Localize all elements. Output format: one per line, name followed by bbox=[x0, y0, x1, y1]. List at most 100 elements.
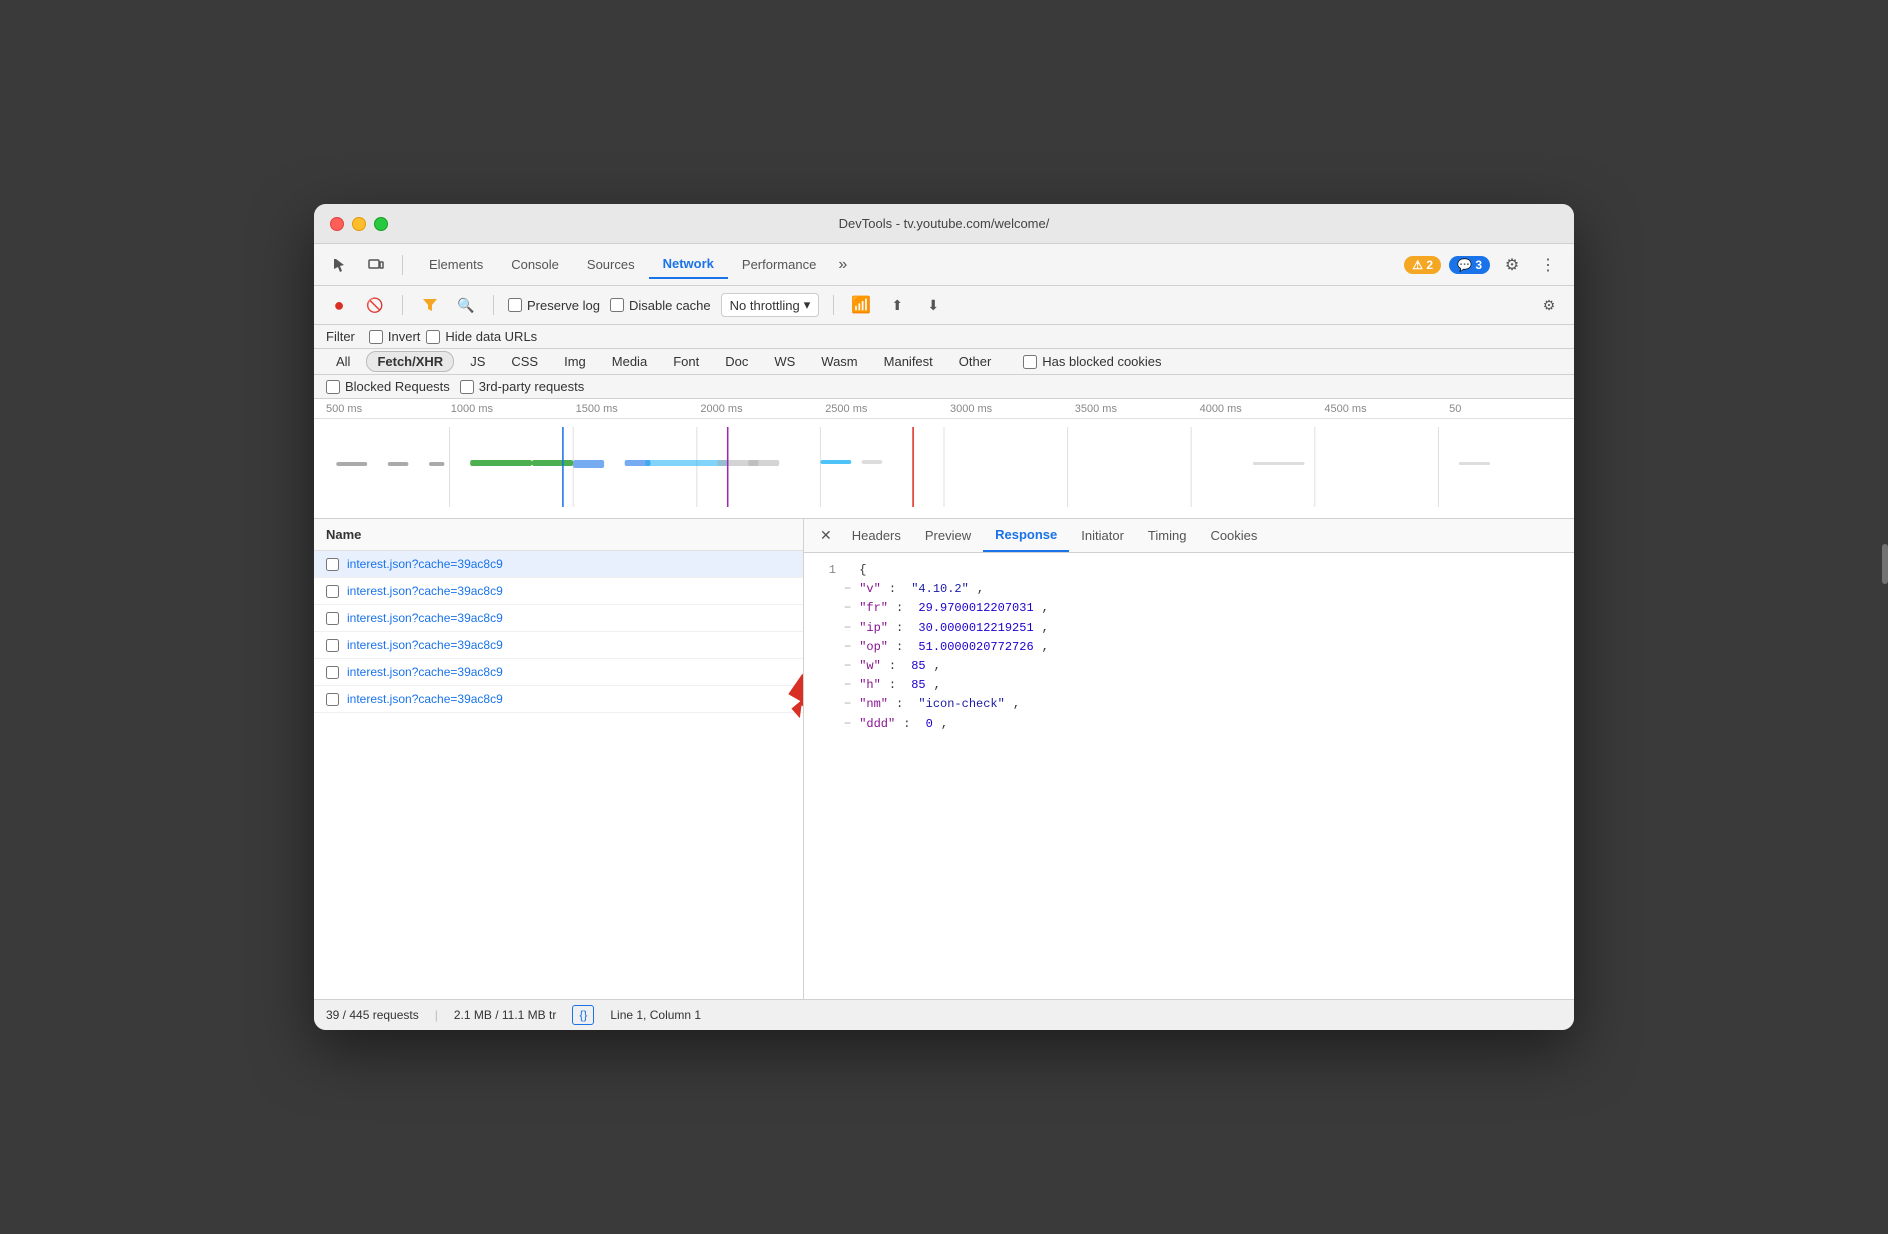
request-name: interest.json?cache=39ac8c9 bbox=[347, 557, 503, 571]
json-line-6: − "w" : 85 , bbox=[816, 657, 1562, 676]
filter-font[interactable]: Font bbox=[663, 352, 709, 371]
disable-cache-input[interactable] bbox=[610, 298, 624, 312]
format-icon: {} bbox=[579, 1008, 587, 1022]
ruler-mark-9: 4500 ms bbox=[1324, 403, 1449, 418]
third-party-checkbox[interactable]: 3rd-party requests bbox=[460, 379, 585, 394]
table-row[interactable]: interest.json?cache=39ac8c9 bbox=[314, 551, 803, 578]
chevron-down-icon: ▾ bbox=[804, 297, 811, 313]
blocked-cookies-input[interactable] bbox=[1023, 355, 1037, 369]
row-checkbox[interactable] bbox=[326, 612, 339, 625]
json-line-7: − "h" : 85 , bbox=[816, 676, 1562, 695]
table-row[interactable]: interest.json?cache=39ac8c9 bbox=[314, 632, 803, 659]
ruler-mark-4: 2000 ms bbox=[700, 403, 825, 418]
settings-icon[interactable]: ⚙ bbox=[1498, 251, 1526, 279]
blocked-cookies-checkbox[interactable]: Has blocked cookies bbox=[1023, 354, 1161, 369]
row-checkbox[interactable] bbox=[326, 585, 339, 598]
filter-fetch-xhr[interactable]: Fetch/XHR bbox=[366, 351, 454, 372]
filter-wasm[interactable]: Wasm bbox=[811, 352, 867, 371]
ruler-mark-6: 3000 ms bbox=[950, 403, 1075, 418]
invert-checkbox[interactable]: Invert bbox=[369, 329, 421, 344]
clear-button[interactable]: 🚫 bbox=[362, 292, 388, 318]
preserve-log-checkbox[interactable]: Preserve log bbox=[508, 298, 600, 313]
tab-cookies[interactable]: Cookies bbox=[1198, 520, 1269, 551]
row-checkbox[interactable] bbox=[326, 666, 339, 679]
format-button[interactable]: {} bbox=[572, 1005, 594, 1025]
table-row[interactable]: interest.json?cache=39ac8c9 bbox=[314, 686, 803, 713]
close-details-button[interactable]: ✕ bbox=[812, 521, 840, 550]
json-line-8: − "nm" : "icon-check" , bbox=[816, 695, 1562, 714]
filter-js[interactable]: JS bbox=[460, 352, 495, 371]
tab-timing[interactable]: Timing bbox=[1136, 520, 1199, 551]
timeline-graph[interactable] bbox=[314, 419, 1574, 519]
disable-cache-checkbox[interactable]: Disable cache bbox=[610, 298, 711, 313]
device-toggle-icon[interactable] bbox=[362, 251, 390, 279]
filter-other[interactable]: Other bbox=[949, 352, 1002, 371]
minimize-button[interactable] bbox=[352, 217, 366, 231]
filter-manifest[interactable]: Manifest bbox=[874, 352, 943, 371]
blocked-requests-checkbox[interactable]: Blocked Requests bbox=[326, 379, 450, 394]
json-line-3: − "fr" : 29.9700012207031 , bbox=[816, 599, 1562, 618]
details-tabs: ✕ Headers Preview Response Initiator Tim… bbox=[804, 519, 1574, 553]
table-row[interactable]: interest.json?cache=39ac8c9 bbox=[314, 659, 803, 686]
ruler-mark-2: 1000 ms bbox=[451, 403, 576, 418]
cursor-icon[interactable] bbox=[326, 251, 354, 279]
tab-performance[interactable]: Performance bbox=[728, 251, 830, 278]
request-name: interest.json?cache=39ac8c9 bbox=[347, 692, 503, 706]
filter-doc[interactable]: Doc bbox=[715, 352, 758, 371]
close-button[interactable] bbox=[330, 217, 344, 231]
tab-sources[interactable]: Sources bbox=[573, 251, 649, 278]
filter-icon[interactable] bbox=[417, 292, 443, 318]
tab-network[interactable]: Network bbox=[649, 250, 728, 279]
wifi-icon[interactable]: 📶 bbox=[848, 292, 874, 318]
ruler-mark-5: 2500 ms bbox=[825, 403, 950, 418]
tab-elements[interactable]: Elements bbox=[415, 251, 497, 278]
filter-media[interactable]: Media bbox=[602, 352, 657, 371]
settings2-icon[interactable]: ⚙ bbox=[1536, 292, 1562, 318]
json-line-5: − "op" : 51.0000020772726 , bbox=[816, 638, 1562, 657]
window-title: DevTools - tv.youtube.com/welcome/ bbox=[839, 216, 1050, 231]
filter-img[interactable]: Img bbox=[554, 352, 596, 371]
requests-header: Name bbox=[314, 519, 803, 551]
tab-response[interactable]: Response bbox=[983, 519, 1069, 552]
tab-console[interactable]: Console bbox=[497, 251, 573, 278]
toolbar-right: ⚠ 2 💬 3 ⚙ ⋮ bbox=[1404, 251, 1562, 279]
toolbar-separator bbox=[402, 255, 403, 275]
filter-ws[interactable]: WS bbox=[764, 352, 805, 371]
row-checkbox[interactable] bbox=[326, 639, 339, 652]
upload-icon[interactable]: ⬆ bbox=[884, 292, 910, 318]
maximize-button[interactable] bbox=[374, 217, 388, 231]
third-party-input[interactable] bbox=[460, 380, 474, 394]
main-toolbar: Elements Console Sources Network Perform… bbox=[314, 244, 1574, 286]
request-name: interest.json?cache=39ac8c9 bbox=[347, 611, 503, 625]
throttle-select[interactable]: No throttling ▾ bbox=[721, 293, 820, 317]
preserve-log-input[interactable] bbox=[508, 298, 522, 312]
message-badge[interactable]: 💬 3 bbox=[1449, 256, 1490, 274]
filter-types-bar: All Fetch/XHR JS CSS Img Media Font Doc … bbox=[314, 349, 1574, 375]
row-checkbox[interactable] bbox=[326, 693, 339, 706]
invert-input[interactable] bbox=[369, 330, 383, 344]
table-row[interactable]: interest.json?cache=39ac8c9 bbox=[314, 605, 803, 632]
json-line-2: − "v" : "4.10.2" , bbox=[816, 580, 1562, 599]
tab-preview[interactable]: Preview bbox=[913, 520, 983, 551]
requests-list[interactable]: interest.json?cache=39ac8c9 interest.jso… bbox=[314, 551, 803, 999]
more-options-icon[interactable]: ⋮ bbox=[1534, 251, 1562, 279]
download-icon[interactable]: ⬇ bbox=[920, 292, 946, 318]
search-icon[interactable]: 🔍 bbox=[453, 292, 479, 318]
filter-all[interactable]: All bbox=[326, 352, 360, 371]
status-bar: 39 / 445 requests | 2.1 MB / 11.1 MB tr … bbox=[314, 999, 1574, 1030]
filter-sep3 bbox=[833, 295, 834, 315]
filter-bar: ● 🚫 🔍 Preserve log Disable cache No thro… bbox=[314, 286, 1574, 325]
warning-badge[interactable]: ⚠ 2 bbox=[1404, 256, 1441, 274]
row-checkbox[interactable] bbox=[326, 558, 339, 571]
table-row[interactable]: interest.json?cache=39ac8c9 bbox=[314, 578, 803, 605]
tab-headers[interactable]: Headers bbox=[840, 520, 913, 551]
blocked-requests-input[interactable] bbox=[326, 380, 340, 394]
filter-css[interactable]: CSS bbox=[501, 352, 548, 371]
hide-data-urls-input[interactable] bbox=[426, 330, 440, 344]
hide-data-urls-checkbox[interactable]: Hide data URLs bbox=[426, 329, 537, 344]
record-button[interactable]: ● bbox=[326, 292, 352, 318]
requests-panel: Name interest.json?cache=39ac8c9 interes… bbox=[314, 519, 804, 999]
more-tabs-button[interactable]: » bbox=[830, 252, 855, 278]
tab-initiator[interactable]: Initiator bbox=[1069, 520, 1136, 551]
filter-sep1 bbox=[402, 295, 403, 315]
